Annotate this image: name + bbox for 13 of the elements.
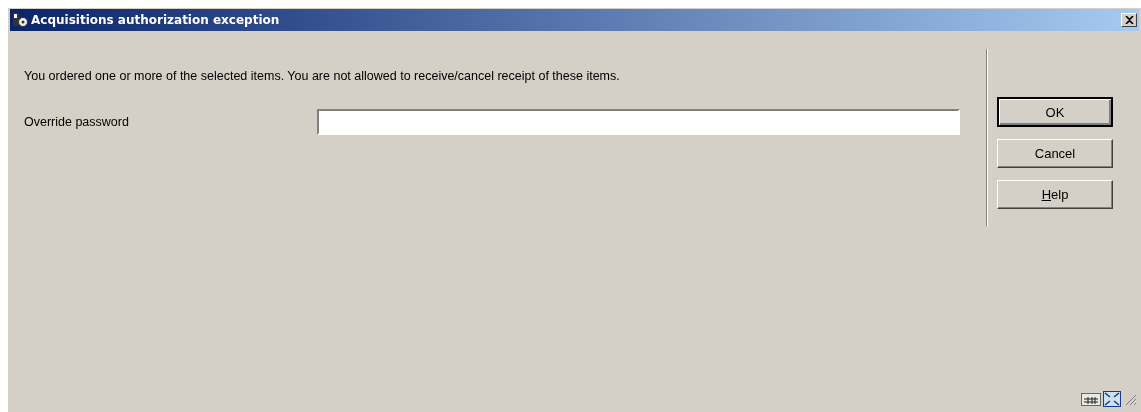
- dialog-button[interactable]: Cancel: [997, 139, 1113, 168]
- field-label: Override password: [24, 115, 130, 129]
- close-button[interactable]: [1121, 13, 1137, 27]
- close-icon: [1124, 16, 1134, 24]
- window-title: Acquisitions authorization exception: [31, 13, 281, 27]
- password-field[interactable]: [317, 109, 960, 135]
- app-icon: [12, 12, 28, 28]
- resize-grip-icon[interactable]: [1123, 392, 1137, 406]
- resize-window-icon: [1103, 391, 1121, 407]
- dialog-button[interactable]: OK: [997, 97, 1113, 127]
- keyboard-icon: [1081, 391, 1101, 407]
- message-text: You ordered one or more of the selected items. You are not allowed to receive/cancel receipt of these items.: [24, 69, 621, 83]
- dialog-button[interactable]: Help: [997, 180, 1113, 209]
